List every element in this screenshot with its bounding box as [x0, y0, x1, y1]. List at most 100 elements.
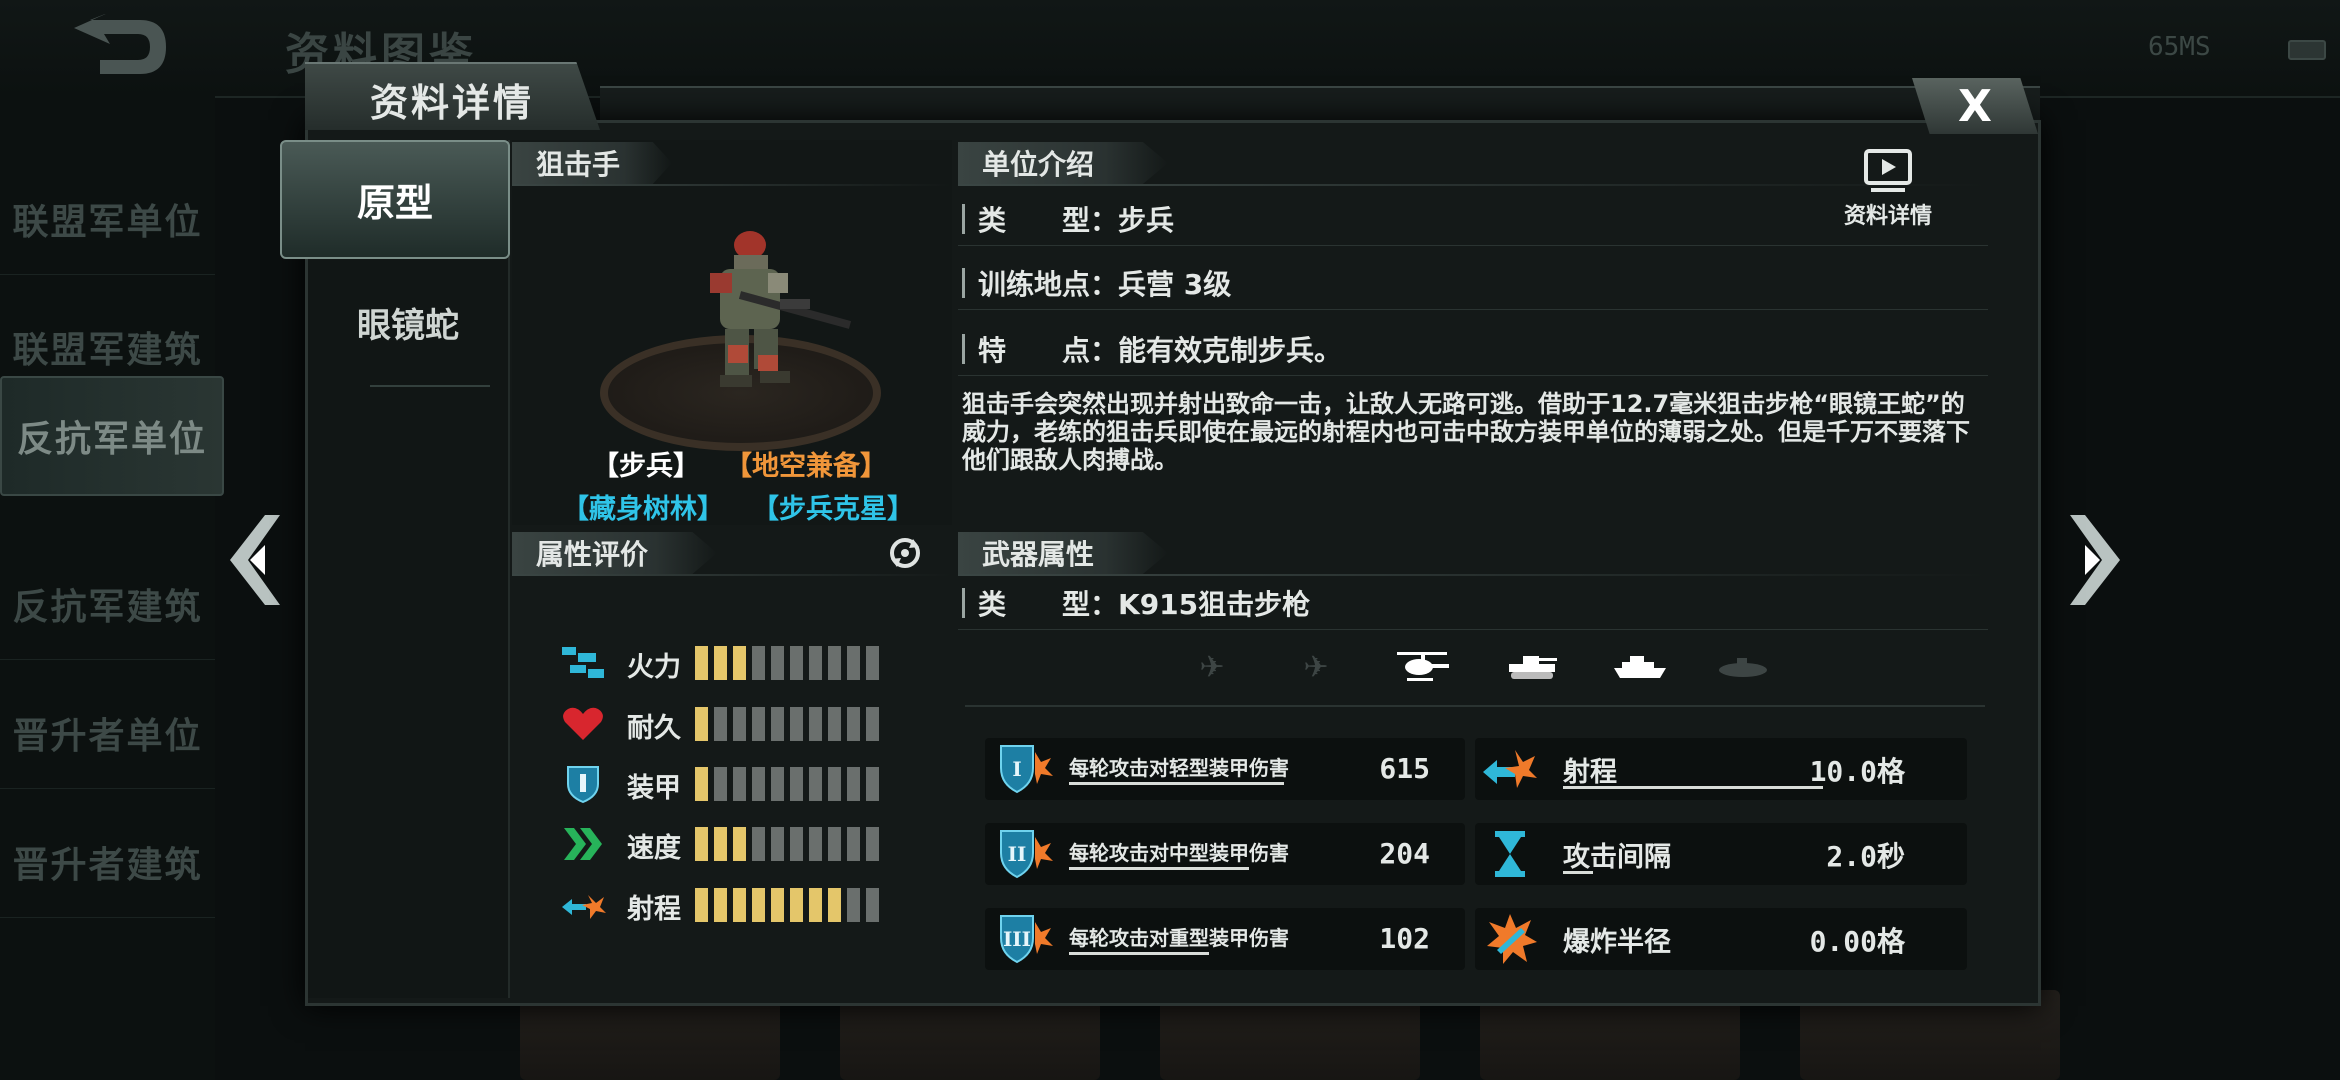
attr-bar-segment	[790, 646, 803, 680]
damage-label: 每轮攻击对轻型装甲伤害	[1069, 756, 1289, 780]
tab-divider	[370, 385, 490, 387]
attr-bar-segment	[733, 646, 746, 680]
armor-damage-stat: I 每轮攻击对轻型装甲伤害 615	[985, 738, 1465, 800]
damage-label: 每轮攻击对中型装甲伤害	[1069, 841, 1289, 865]
nav-item-alliance-units[interactable]: 联盟军单位	[0, 164, 215, 275]
nav-item-ascended-buildings[interactable]: 晋升者建筑	[0, 807, 215, 918]
range-icon	[1481, 740, 1539, 798]
speed-chevron-icon	[560, 824, 606, 864]
attr-bar-segment	[847, 767, 860, 801]
stat-label: 攻击间隔	[1563, 842, 1671, 873]
video-detail-label: 资料详情	[1843, 204, 1932, 229]
play-video-icon	[1864, 149, 1912, 192]
tank-icon	[1505, 650, 1561, 686]
tag-infantry: 【步兵】	[592, 451, 700, 482]
video-detail-button[interactable]: 资料详情	[1838, 148, 1938, 240]
battery-icon	[2288, 40, 2326, 60]
attr-bar-segment	[771, 827, 784, 861]
attr-bar-segment	[695, 888, 708, 922]
attr-bar-segment	[714, 888, 727, 922]
attr-bar-segment	[733, 707, 746, 741]
refresh-toggle-button[interactable]	[885, 533, 925, 573]
blast-radius-stat: 爆炸半径 0.00格	[1475, 908, 1967, 970]
feature-row: 特 点：能有效克制步兵。	[958, 322, 1988, 376]
divider	[512, 184, 952, 186]
attr-label-range: 射程	[627, 894, 681, 925]
stat-underline	[1563, 871, 1593, 874]
attr-bar-segment	[847, 827, 860, 861]
svg-text:III: III	[1003, 927, 1031, 951]
attr-bar-segment	[866, 827, 879, 861]
attr-bar-segment	[809, 707, 822, 741]
tag-air-ground: 【地空兼备】	[725, 451, 887, 482]
panel-title: 资料详情	[370, 81, 535, 125]
stat-label: 射程	[1563, 757, 1617, 788]
attr-bar-segment	[695, 646, 708, 680]
armor-class-shield-icon: II	[995, 825, 1053, 883]
damage-value: 615	[1379, 752, 1430, 785]
stat-label: 爆炸半径	[1563, 927, 1671, 958]
divider	[965, 705, 1985, 707]
close-icon: X	[1958, 80, 1992, 132]
damage-value: 102	[1379, 922, 1430, 955]
stat-value: 2.0秒	[1826, 840, 1905, 873]
attr-bar-segment	[790, 707, 803, 741]
attr-bar-segment	[847, 646, 860, 680]
attr-bar-segment	[771, 707, 784, 741]
attr-bar-segment	[714, 646, 727, 680]
attr-bar-segment	[809, 767, 822, 801]
stat-underline	[1069, 867, 1249, 870]
jet-icon: ✈	[1199, 649, 1225, 685]
nav-item-ascended-units[interactable]: 晋升者单位	[0, 678, 215, 789]
intro-title: 单位介绍	[958, 142, 1168, 184]
attr-bar-segment	[695, 707, 708, 741]
ship-icon	[1612, 650, 1668, 686]
attr-bar-segment	[771, 767, 784, 801]
attr-bar-segment	[847, 707, 860, 741]
attr-bar-segment	[733, 767, 746, 801]
attr-bar-segment	[866, 646, 879, 680]
heart-icon	[560, 704, 606, 744]
firepower-icon	[560, 643, 606, 683]
back-button[interactable]	[70, 12, 170, 80]
armor-class-shield-icon: III	[995, 910, 1053, 968]
attr-bar-segment	[752, 888, 765, 922]
attr-bar-segment	[809, 827, 822, 861]
network-latency: 65MS	[2148, 32, 2211, 62]
attr-bar-segment	[752, 767, 765, 801]
refresh-icon	[890, 538, 920, 568]
attr-bar-segment	[866, 888, 879, 922]
attr-bar-segment	[847, 888, 860, 922]
nav-item-resistance-units[interactable]: 反抗军单位	[0, 376, 224, 496]
next-arrow-button[interactable]	[2055, 500, 2135, 620]
previous-arrow-button[interactable]	[215, 500, 295, 620]
plane-icon: ✈	[1303, 649, 1329, 685]
helicopter-icon	[1395, 648, 1451, 688]
tag-infantry-killer: 【步兵克星】	[752, 494, 914, 525]
nav-item-resistance-buildings[interactable]: 反抗军建筑	[0, 549, 215, 660]
weapon-title: 武器属性	[958, 532, 1168, 574]
tab-prototype[interactable]: 原型	[280, 140, 510, 259]
stat-value: 10.0格	[1809, 755, 1905, 788]
attr-bar-segment	[866, 767, 879, 801]
attr-bar-segment	[809, 646, 822, 680]
attr-bar-segment	[695, 767, 708, 801]
attr-bar-segment	[714, 827, 727, 861]
attr-bar-segment	[828, 707, 841, 741]
attributes-title: 属性评价	[512, 532, 717, 574]
attr-bar-segment	[790, 888, 803, 922]
armor-damage-stat: III 每轮攻击对重型装甲伤害 102	[985, 908, 1465, 970]
attack-interval-stat: 攻击间隔 2.0秒	[1475, 823, 1967, 885]
attr-bar-segment	[752, 827, 765, 861]
stat-value: 0.00格	[1809, 925, 1905, 958]
attr-bar-segment	[828, 646, 841, 680]
attr-bar-segment	[714, 707, 727, 741]
chevron-right-icon	[2070, 515, 2120, 605]
attr-bar-segment	[790, 827, 803, 861]
attr-bar-segment	[790, 767, 803, 801]
attr-label-firepower: 火力	[627, 652, 681, 683]
training-location-row: 训练地点：兵营 3级	[958, 256, 1988, 310]
unit-type-row: 类 型：步兵	[958, 192, 1988, 246]
tab-cobra[interactable]: 眼镜蛇	[308, 270, 508, 375]
close-button[interactable]: X	[1912, 78, 2038, 134]
